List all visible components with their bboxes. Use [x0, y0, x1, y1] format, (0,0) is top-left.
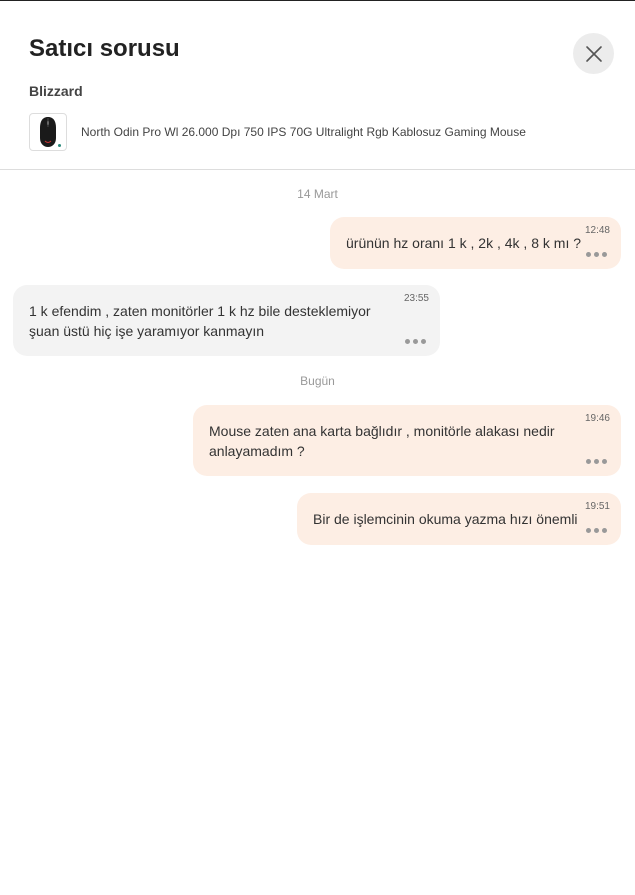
close-button[interactable]	[573, 33, 614, 74]
more-dot-icon	[594, 459, 599, 464]
product-name[interactable]: North Odin Pro Wl 26.000 Dpı 750 IPS 70G…	[81, 125, 526, 139]
more-dot-icon	[602, 528, 607, 533]
more-dot-icon	[594, 528, 599, 533]
message-text: Bir de işlemcinin okuma yazma hızı öneml…	[313, 511, 578, 527]
message-bubble-sent: Mouse zaten ana karta bağlıdır , monitör…	[193, 405, 621, 476]
message-text: Mouse zaten ana karta bağlıdır , monitör…	[209, 421, 555, 461]
mouse-icon	[40, 117, 56, 147]
more-dot-icon	[421, 339, 426, 344]
message-time: 19:51	[584, 501, 610, 512]
status-dot	[58, 144, 61, 147]
message-more-button[interactable]	[586, 252, 607, 257]
header-divider	[0, 169, 635, 170]
more-dot-icon	[602, 459, 607, 464]
more-dot-icon	[594, 252, 599, 257]
message-time: 19:46	[584, 413, 610, 424]
product-info[interactable]: North Odin Pro Wl 26.000 Dpı 750 IPS 70G…	[29, 113, 526, 151]
message-bubble-received: 1 k efendim , zaten monitörler 1 k hz bi…	[13, 285, 440, 356]
message-text: 1 k efendim , zaten monitörler 1 k hz bi…	[29, 301, 371, 341]
seller-name: Blizzard	[29, 83, 83, 99]
message-more-button[interactable]	[586, 528, 607, 533]
more-dot-icon	[586, 459, 591, 464]
message-line: Mouse zaten ana karta bağlıdır , monitör…	[209, 423, 555, 439]
more-dot-icon	[586, 252, 591, 257]
message-bubble-sent: ürünün hz oranı 1 k , 2k , 4k , 8 k mı ?…	[330, 217, 621, 269]
message-more-button[interactable]	[405, 339, 426, 344]
message-text: ürünün hz oranı 1 k , 2k , 4k , 8 k mı ?	[346, 235, 582, 251]
more-dot-icon	[413, 339, 418, 344]
more-dot-icon	[602, 252, 607, 257]
close-icon	[585, 45, 602, 62]
message-line: anlayamadım ?	[209, 443, 305, 459]
date-separator: Bugün	[300, 374, 335, 388]
product-thumbnail[interactable]	[29, 113, 67, 151]
message-time: 23:55	[403, 293, 429, 304]
date-separator: 14 Mart	[297, 187, 338, 201]
message-line: 1 k efendim , zaten monitörler 1 k hz bi…	[29, 303, 371, 319]
page-title: Satıcı sorusu	[29, 35, 180, 62]
message-time: 12:48	[584, 225, 610, 236]
message-bubble-sent: Bir de işlemcinin okuma yazma hızı öneml…	[297, 493, 621, 545]
message-more-button[interactable]	[586, 459, 607, 464]
more-dot-icon	[586, 528, 591, 533]
message-line: şuan üstü hiç işe yaramıyor kanmayın	[29, 323, 264, 339]
more-dot-icon	[405, 339, 410, 344]
